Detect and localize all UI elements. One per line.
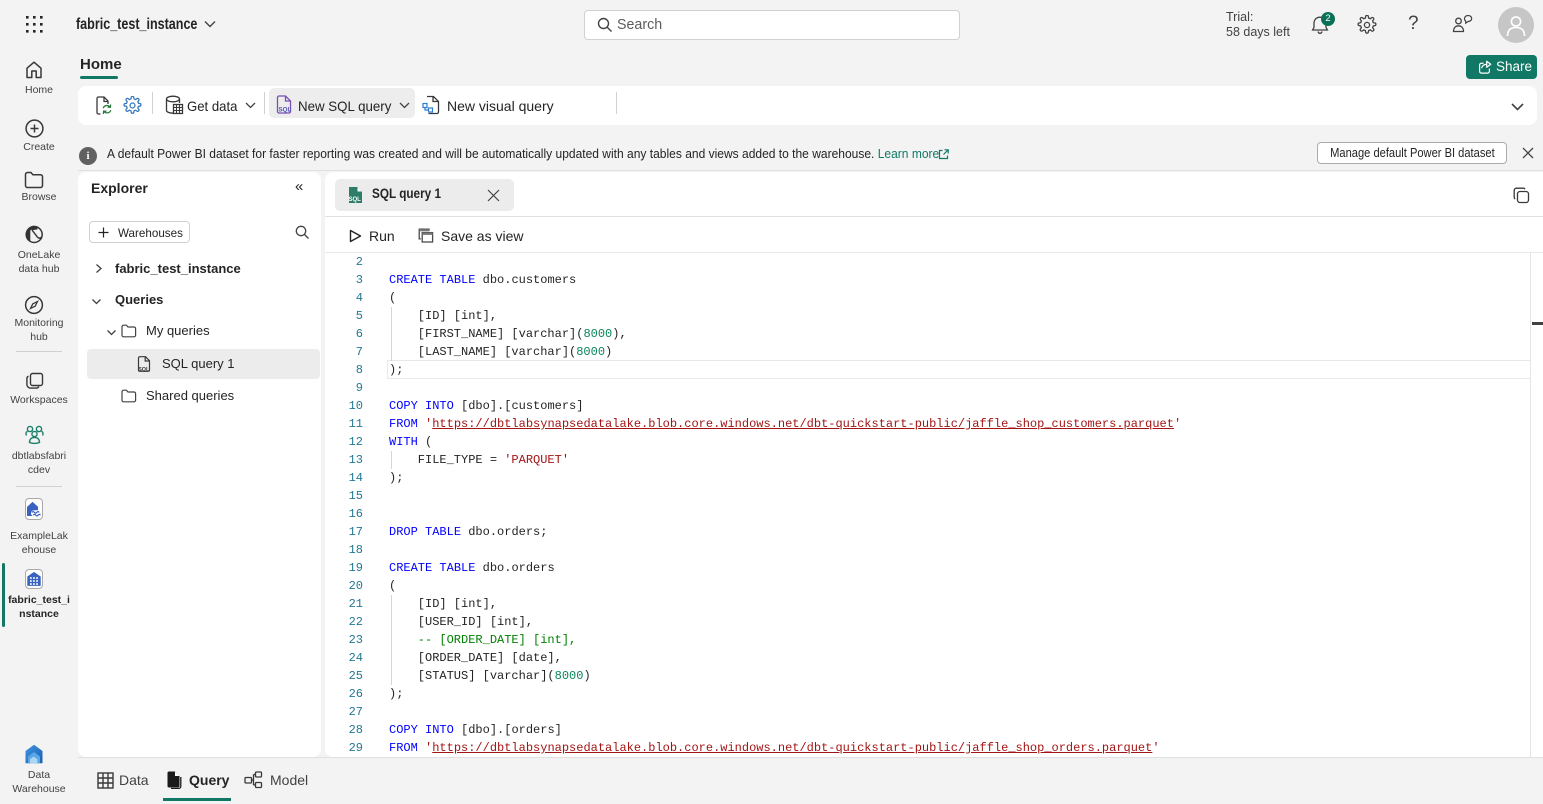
svg-text:SQL: SQL [279,107,292,114]
svg-text:SQL: SQL [138,367,150,373]
svg-text:SQL: SQL [349,197,362,203]
